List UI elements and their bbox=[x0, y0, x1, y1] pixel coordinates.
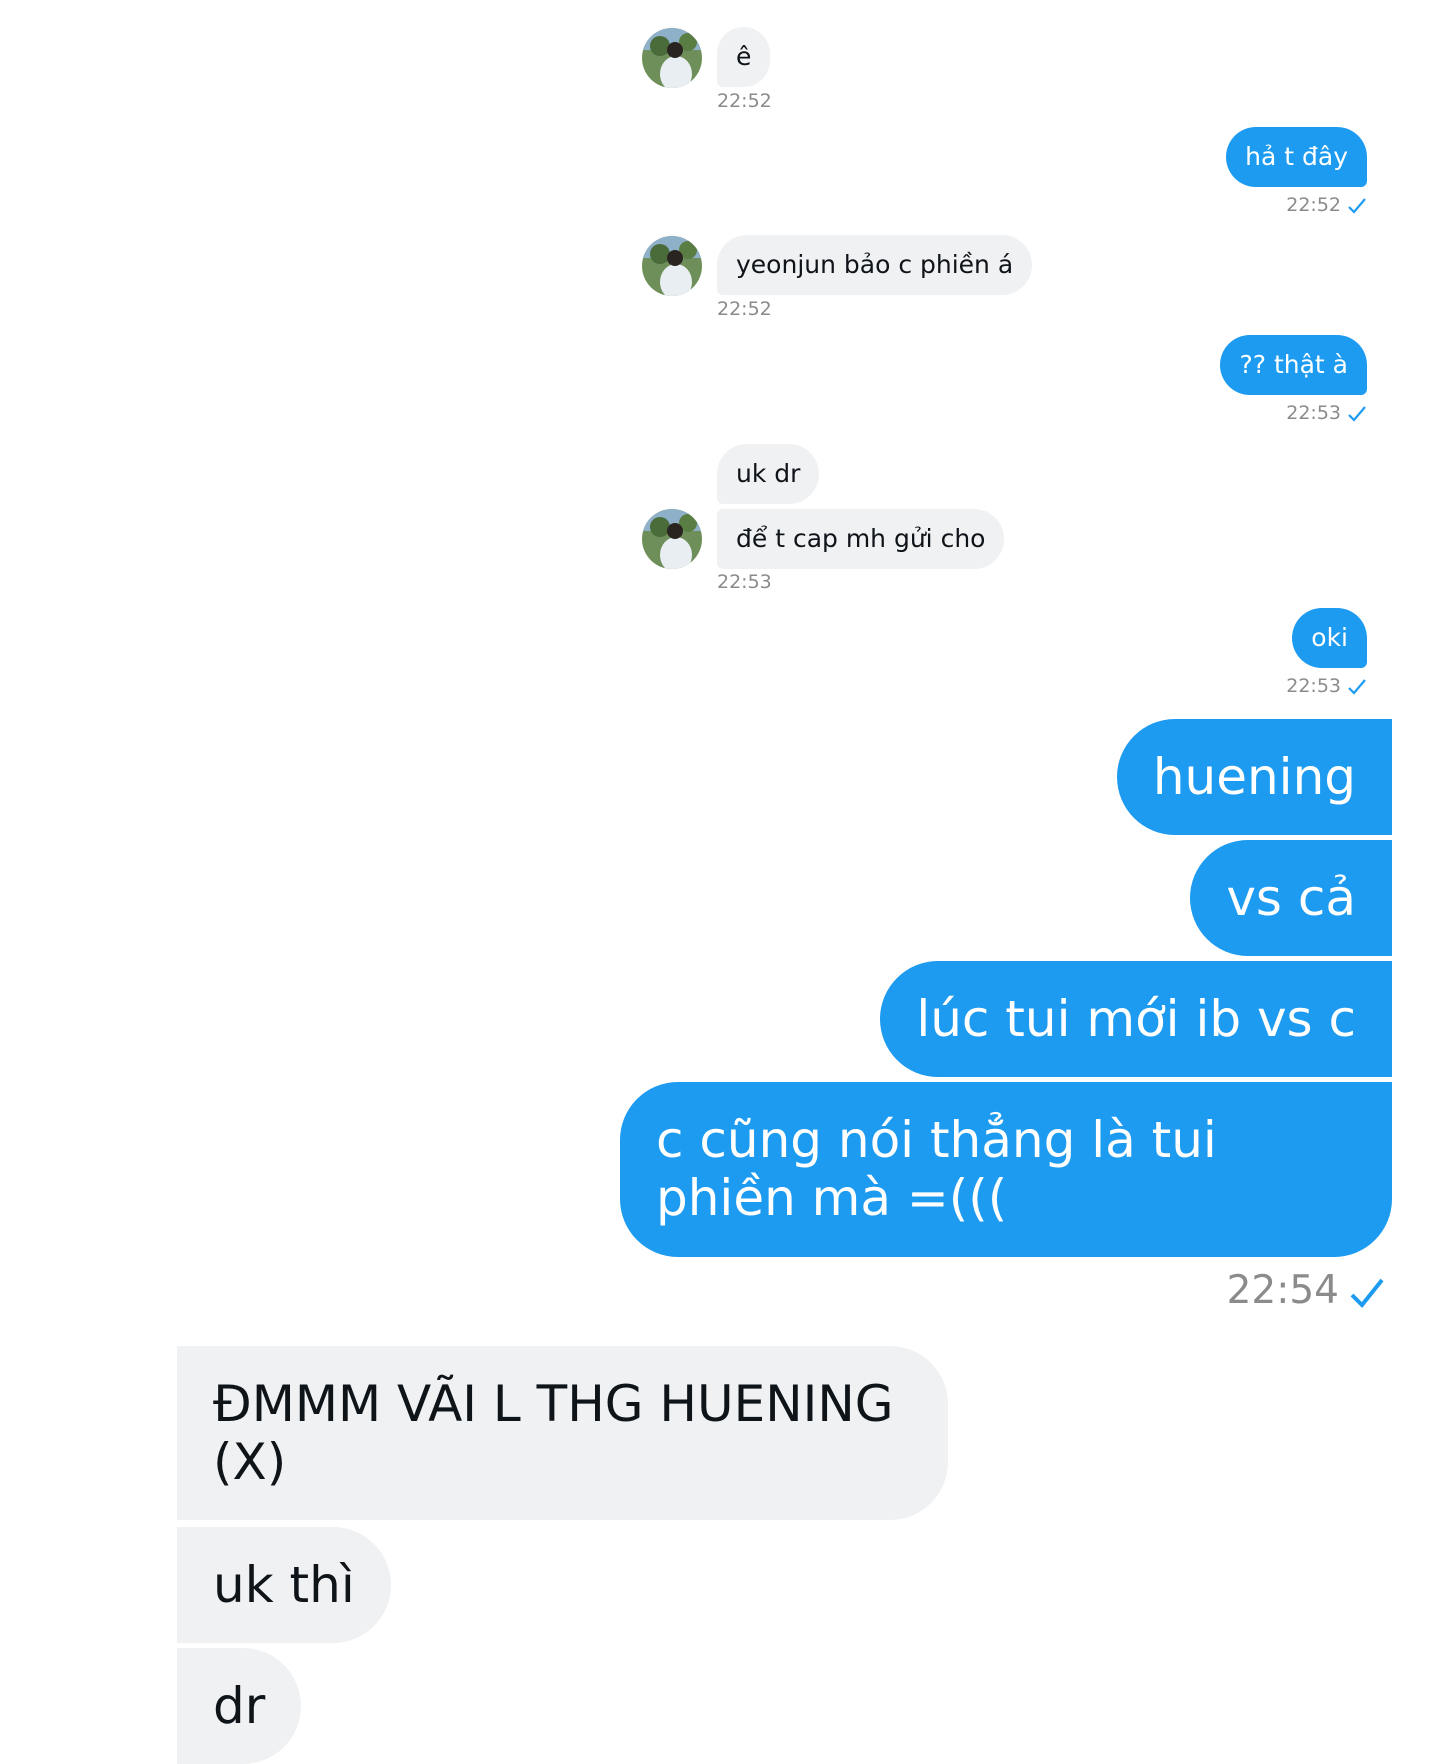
avatar-photo bbox=[642, 509, 702, 569]
message-bubble-outgoing[interactable]: vs cả bbox=[1190, 840, 1392, 956]
message-timestamp-row: 22:52 bbox=[1286, 193, 1367, 217]
message-text: vs cả bbox=[1226, 869, 1356, 927]
message-bubble-outgoing[interactable]: lúc tui mới ib vs c bbox=[880, 961, 1392, 1077]
message-bubble-incoming[interactable]: ê bbox=[717, 27, 771, 87]
message-text: oki bbox=[1311, 623, 1348, 652]
checkmark-icon bbox=[1348, 197, 1366, 214]
message-bubble-incoming[interactable]: uk dr bbox=[717, 444, 820, 504]
message-text: dr bbox=[213, 1677, 266, 1735]
message-timestamp: 22:53 bbox=[717, 571, 772, 593]
avatar[interactable] bbox=[642, 509, 702, 569]
message-text: hả t đây bbox=[1245, 142, 1348, 171]
checkmark-icon bbox=[1348, 405, 1366, 422]
message-bubble-outgoing[interactable]: c cũng nói thẳng là tui phiền mà =((( bbox=[620, 1082, 1392, 1257]
checkmark-icon bbox=[1348, 678, 1366, 695]
message-text: ĐMMM VÃI L THG HUENING (X) bbox=[213, 1375, 894, 1491]
message-timestamp: 22:52 bbox=[717, 298, 772, 320]
message-timestamp: 22:52 bbox=[717, 90, 772, 112]
message-timestamp: 22:53 bbox=[1286, 402, 1341, 424]
message-text: c cũng nói thẳng là tui phiền mà =((( bbox=[656, 1111, 1217, 1227]
message-timestamp: 22:53 bbox=[1286, 675, 1341, 697]
avatar-photo bbox=[642, 236, 702, 296]
message-bubble-outgoing[interactable]: hả t đây bbox=[1226, 127, 1367, 187]
message-text: để t cap mh gửi cho bbox=[736, 524, 986, 553]
message-bubble-incoming[interactable]: dr bbox=[177, 1648, 302, 1764]
message-bubble-incoming[interactable]: yeonjun bảo c phiền á bbox=[717, 235, 1033, 295]
message-text: uk thì bbox=[213, 1556, 355, 1614]
message-text: ê bbox=[736, 42, 752, 71]
message-timestamp-row: 22:53 bbox=[1286, 674, 1367, 698]
message-text: yeonjun bảo c phiền á bbox=[736, 250, 1014, 279]
avatar[interactable] bbox=[642, 28, 702, 88]
message-text: uk dr bbox=[736, 459, 801, 488]
message-bubble-incoming[interactable]: để t cap mh gửi cho bbox=[717, 509, 1005, 569]
message-text: huening bbox=[1152, 748, 1356, 806]
avatar[interactable] bbox=[642, 236, 702, 296]
message-bubble-outgoing[interactable]: ?? thật à bbox=[1220, 335, 1367, 395]
message-timestamp: 22:54 bbox=[1226, 1268, 1339, 1313]
message-text: ?? thật à bbox=[1239, 350, 1348, 379]
message-timestamp-row: 22:54 bbox=[1227, 1268, 1385, 1314]
message-bubble-incoming[interactable]: uk thì bbox=[177, 1527, 391, 1643]
message-bubble-outgoing[interactable]: oki bbox=[1292, 608, 1367, 668]
message-timestamp-row: 22:53 bbox=[1286, 401, 1367, 425]
avatar-photo bbox=[642, 28, 702, 88]
message-bubble-incoming[interactable]: ĐMMM VÃI L THG HUENING (X) bbox=[177, 1346, 948, 1520]
message-bubble-outgoing[interactable]: huening bbox=[1116, 719, 1392, 835]
message-timestamp: 22:52 bbox=[1286, 194, 1341, 216]
message-text: lúc tui mới ib vs c bbox=[916, 990, 1356, 1048]
checkmark-icon bbox=[1350, 1278, 1384, 1308]
